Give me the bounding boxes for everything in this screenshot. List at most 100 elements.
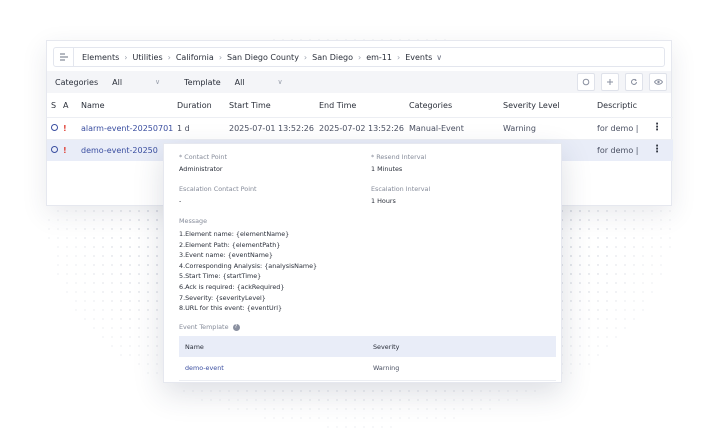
column-header[interactable]: Descriptic [593,95,673,117]
column-header[interactable]: A [59,95,77,117]
background-dot [372,399,374,401]
background-dot [129,228,131,230]
status-circle-icon [51,123,58,131]
background-dot [309,390,311,392]
background-dot [318,399,320,401]
background-dot [210,390,212,392]
background-dot [84,291,86,293]
breadcrumb-events[interactable]: Events [405,53,432,62]
background-dot [120,246,122,248]
chevron-down-icon[interactable]: ∨ [436,53,442,62]
background-dot [84,210,86,212]
message-line: 1.Element name: {elementName} [179,230,290,238]
column-header[interactable]: Name [77,95,173,117]
breadcrumb-california[interactable]: California [176,53,214,62]
breadcrumb-san-diego[interactable]: San Diego [312,53,353,62]
circle-icon[interactable] [577,73,595,91]
menu-toggle-icon[interactable] [54,48,74,66]
background-dot [300,408,302,410]
background-dot [435,417,437,419]
ack-cell: ! [59,116,77,139]
categories-select[interactable]: All ∨ [106,74,166,90]
background-dot [570,345,572,347]
escalation-contact-value: - [179,197,182,205]
breadcrumb-elements[interactable]: Elements [82,53,119,62]
template-name-link[interactable]: demo-event [179,357,367,381]
background-dot [597,219,599,221]
background-dot [597,273,599,275]
column-header[interactable]: Categories [405,95,499,117]
column-header[interactable]: Start Time [225,95,315,117]
background-dot [624,309,626,311]
background-dot [102,336,104,338]
background-dot [354,399,356,401]
background-dot [336,417,338,419]
background-dot [48,228,50,230]
background-dot [399,390,401,392]
column-header[interactable]: End Time [315,95,405,117]
background-dot [111,273,113,275]
background-dot [408,408,410,410]
background-dot [597,354,599,356]
description-cell: for demo | ⋮ [593,116,673,139]
background-dot [633,237,635,239]
background-dot [615,291,617,293]
background-dot [156,273,158,275]
background-dot [309,417,311,419]
background-dot [111,255,113,257]
breadcrumb-separator-icon: › [396,52,401,62]
table-row[interactable]: demo-event Warning [179,357,556,381]
column-header[interactable]: S [47,95,59,117]
background-dot [66,291,68,293]
background-dot [399,408,401,410]
background-dot [615,327,617,329]
background-dot [570,210,572,212]
refresh-icon[interactable] [625,73,643,91]
background-dot [282,417,284,419]
more-vertical-icon[interactable]: ⋮ [652,144,662,155]
background-dot [597,237,599,239]
background-dot [129,327,131,329]
column-header[interactable]: Severity Level [499,95,593,117]
background-dot [597,336,599,338]
background-dot [147,228,149,230]
background-dot [660,219,662,221]
background-dot [147,210,149,212]
background-dot [129,210,131,212]
background-dot [66,273,68,275]
background-dot [615,318,617,320]
background-dot [336,399,338,401]
eye-icon[interactable] [649,73,667,91]
background-dot [93,318,95,320]
breadcrumb-em-11[interactable]: em-11 [366,53,392,62]
background-dot [570,219,572,221]
background-dot [642,309,644,311]
background-dot [426,417,428,419]
column-header[interactable]: Duration [173,95,225,117]
event-name-link[interactable]: demo-event-20250 [77,138,173,161]
help-icon[interactable]: ? [232,323,240,331]
background-dot [651,210,653,212]
background-dot [138,264,140,266]
background-dot [597,246,599,248]
breadcrumb-san-diego-county[interactable]: San Diego County [227,53,299,62]
background-dot [138,309,140,311]
background-dot [210,399,212,401]
background-dot [417,399,419,401]
background-dot [273,390,275,392]
table-row[interactable]: ! alarm-event-2025070113 1 d 2025-07-01 … [47,116,673,139]
background-dot [138,237,140,239]
background-dot [345,408,347,410]
resend-interval-label: * Resend Interval [371,153,427,161]
event-name-link[interactable]: alarm-event-2025070113 [77,116,173,139]
background-dot [318,408,320,410]
background-dot [606,309,608,311]
description-text: for demo | [597,123,639,133]
more-vertical-icon[interactable]: ⋮ [652,122,662,133]
template-select[interactable]: All ∨ [229,74,289,90]
background-dot [597,327,599,329]
background-dot [579,246,581,248]
background-dot [588,255,590,257]
breadcrumb-utilities[interactable]: Utilities [133,53,163,62]
plus-icon[interactable] [601,73,619,91]
